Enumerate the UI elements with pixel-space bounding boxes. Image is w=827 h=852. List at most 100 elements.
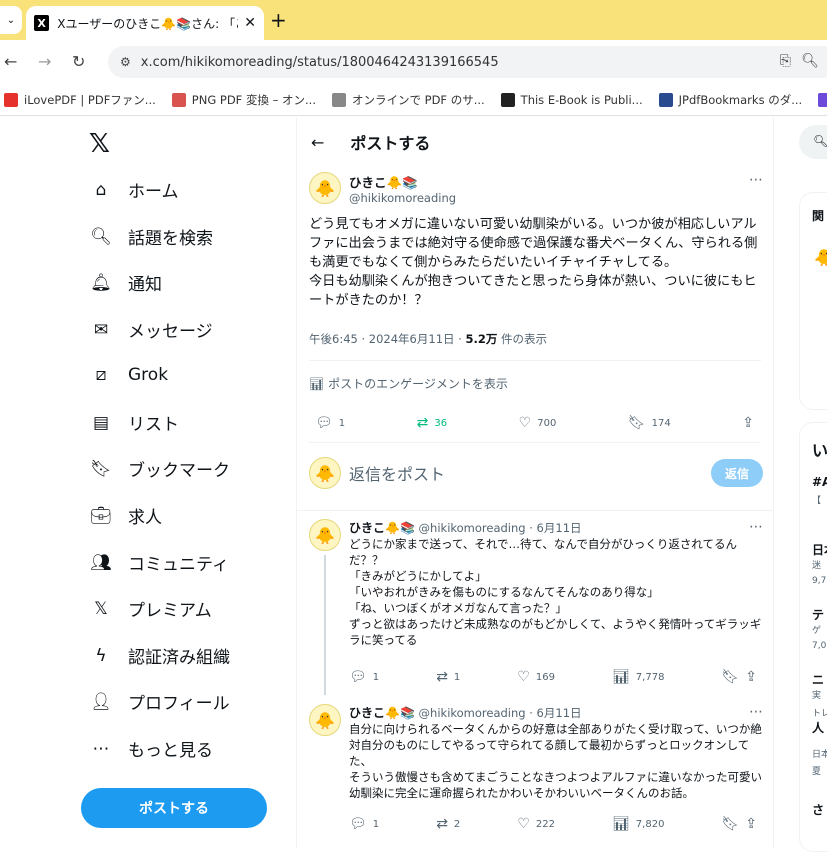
reply-handle[interactable]: @hikikomoreading · 6月11日	[419, 706, 582, 720]
post-button[interactable]: ポストする	[81, 788, 267, 828]
repost-count: 2	[453, 818, 461, 830]
engagement-link[interactable]: 📊︎ ポストのエンゲージメントを表示	[309, 375, 508, 392]
like-action[interactable]: ♡ 222	[517, 816, 555, 832]
back-arrow-icon[interactable]: ←	[311, 133, 324, 152]
trend-snippet[interactable]: 夏	[812, 764, 821, 777]
main-column: ← ポストする 🐥 ひきこ🐥📚 @hikikomoreading ⋯ どう見ても…	[296, 117, 774, 848]
more-options-icon[interactable]: ⋯	[749, 704, 763, 720]
install-app-icon[interactable]: ⎘	[780, 53, 791, 69]
tweet-time[interactable]: 午後6:45 · 2024年6月11日 ·	[309, 332, 465, 346]
reply-tweet[interactable]: 🐥 ひきこ🐥📚 @hikikomoreading · 6月11日 ⋯ 自分に向け…	[309, 704, 763, 844]
avatar[interactable]: 🐥	[309, 519, 341, 551]
repost-action[interactable]: ⇄ 36	[417, 415, 447, 431]
sidebar-item-bookmark[interactable]: 🔖︎ ブックマーク	[90, 456, 230, 482]
sidebar-item-label: プロフィール	[128, 694, 230, 714]
trend-snippet[interactable]: 7,0	[812, 641, 826, 651]
share-action[interactable]: ⇪	[742, 415, 760, 431]
divider	[297, 510, 773, 511]
reply-header: ひきこ🐥📚 @hikikomoreading · 6月11日	[349, 519, 582, 536]
tweet-text: どう見てもオメガに違いない可愛い幼馴染がいる。いつか彼が相応しいアルファに出会う…	[309, 217, 758, 308]
sidebar-item-label: Grok	[128, 365, 169, 385]
like-action[interactable]: ♡ 169	[517, 669, 555, 685]
trend-snippet[interactable]: トレ	[812, 706, 827, 719]
reply-submit-button[interactable]: 返信	[711, 459, 763, 487]
bookmark-action[interactable]: 🔖︎ ⇪	[721, 816, 763, 832]
trend-snippet[interactable]: 実	[812, 688, 821, 701]
forward-icon[interactable]: →	[38, 52, 51, 71]
url-text: x.com/hikikomoreading/status/18004642431…	[140, 54, 499, 70]
reply-handle[interactable]: @hikikomoreading · 6月11日	[419, 521, 582, 535]
reply-action[interactable]: 💬︎ 1	[349, 816, 379, 832]
repost-action[interactable]: ⇄ 2	[436, 816, 460, 832]
bookmark-item[interactable]: This E-Book is Publi...	[500, 92, 643, 107]
sidebar-item-label: もっと見る	[128, 741, 213, 761]
sidebar-item-search[interactable]: 🔍︎ 話題を検索	[90, 224, 213, 250]
trend-snippet[interactable]: 日本	[812, 541, 827, 558]
thread-line	[324, 555, 326, 695]
bookmark-item[interactable]: オンラインで PDF のサ...	[331, 92, 485, 108]
repost-action[interactable]: ⇄ 1	[436, 669, 460, 685]
views-action[interactable]: 📊︎ 7,778	[612, 669, 664, 685]
sidebar-item-community[interactable]: 👥︎ コミュニティ	[90, 550, 229, 576]
reply-action[interactable]: 💬︎ 1	[349, 669, 379, 685]
bookmark-action[interactable]: 🔖︎ 174	[628, 415, 671, 431]
sidebar-item-more-circle[interactable]: ⋯ もっと見る	[90, 736, 214, 762]
trend-snippet[interactable]: さ	[812, 801, 824, 818]
more-options-icon[interactable]: ⋯	[749, 172, 763, 188]
bookmark-item[interactable]: DeftPDF	[818, 92, 827, 107]
share-icon[interactable]: ⇪	[745, 669, 757, 685]
author-display-name[interactable]: ひきこ🐥📚	[349, 172, 456, 191]
reply-input[interactable]: 返信をポスト	[349, 461, 445, 485]
avatar[interactable]: 🐥	[814, 248, 827, 267]
sidebar-item-lightning[interactable]: ϟ 認証済み組織	[90, 643, 230, 669]
back-icon[interactable]: ←	[4, 52, 17, 71]
sidebar-item-mail[interactable]: ✉ メッセージ	[90, 317, 213, 343]
trend-snippet[interactable]: 9,7	[812, 576, 826, 586]
more-options-icon[interactable]: ⋯	[749, 519, 763, 535]
tab-close-icon[interactable]: ✕	[244, 15, 256, 31]
sidebar-item-briefcase[interactable]: 💼︎ 求人	[90, 503, 162, 529]
bookmark-icon: 🔖︎	[90, 458, 112, 479]
share-icon[interactable]: ⇪	[745, 816, 757, 832]
author-handle[interactable]: @hikikomoreading	[349, 191, 456, 205]
bookmark-item[interactable]: PNG PDF 変換 – オン...	[171, 92, 316, 108]
reload-icon[interactable]: ↻	[72, 52, 85, 71]
avatar[interactable]: 🐥	[309, 704, 341, 736]
bookmark-action[interactable]: 🔖︎ ⇪	[721, 669, 763, 685]
tab-list-button[interactable]: ⌄	[0, 6, 22, 34]
x-logo-icon[interactable]: 𝕏	[89, 129, 110, 159]
trend-snippet[interactable]: ニ	[812, 671, 824, 688]
like-action[interactable]: ♡ 700	[519, 415, 557, 431]
site-info-icon[interactable]: ⚙	[120, 55, 131, 69]
reply-action[interactable]: 💬︎ 1	[315, 415, 345, 431]
new-tab-button[interactable]: +	[270, 8, 287, 32]
trend-snippet[interactable]: テ	[812, 606, 824, 623]
trend-snippet[interactable]: 日本	[812, 747, 827, 760]
divider	[309, 360, 761, 361]
sidebar-item-premium-x[interactable]: 𝕏 プレミアム	[90, 596, 212, 622]
repost-icon: ⇄	[436, 816, 448, 832]
sidebar-item-label: ホーム	[128, 182, 179, 202]
trend-snippet[interactable]: 迷	[812, 558, 821, 571]
bookmark-item[interactable]: iLovePDF | PDFファン...	[4, 92, 156, 108]
browser-tab-active[interactable]: X Xユーザーのひきこ🐥📚さん: 「どう見 ✕	[26, 6, 264, 40]
sidebar-item-grok[interactable]: ⧄ Grok	[90, 364, 168, 386]
trend-snippet[interactable]: ゲ	[812, 623, 821, 636]
reply-tweet[interactable]: 🐥 ひきこ🐥📚 @hikikomoreading · 6月11日 ⋯ どうにか家…	[309, 519, 763, 699]
sidebar-item-home[interactable]: ⌂ ホーム	[90, 177, 179, 203]
reply-display-name[interactable]: ひきこ🐥📚	[349, 706, 415, 720]
sidebar-item-bell[interactable]: 🔔︎ 通知	[90, 270, 162, 296]
search-input[interactable]: 🔍︎	[799, 125, 827, 159]
reply-display-name[interactable]: ひきこ🐥📚	[349, 521, 415, 535]
heart-icon: ♡	[518, 415, 532, 431]
sidebar-item-profile[interactable]: 👤︎ プロフィール	[90, 689, 230, 715]
sidebar-item-list[interactable]: ▤ リスト	[90, 410, 179, 436]
views-action[interactable]: 📊︎ 7,820	[612, 816, 664, 832]
url-input[interactable]: ⚙ x.com/hikikomoreading/status/180046424…	[108, 46, 827, 78]
zoom-icon[interactable]: 🔍︎	[801, 53, 819, 69]
trend-snippet[interactable]: 人	[812, 719, 824, 736]
avatar[interactable]: 🐥	[309, 172, 341, 204]
bookmark-item[interactable]: JPdfBookmarks のダ...	[658, 92, 802, 108]
trend-hashtag[interactable]: #A	[812, 475, 827, 489]
trend-snippet[interactable]: 【	[812, 493, 821, 506]
